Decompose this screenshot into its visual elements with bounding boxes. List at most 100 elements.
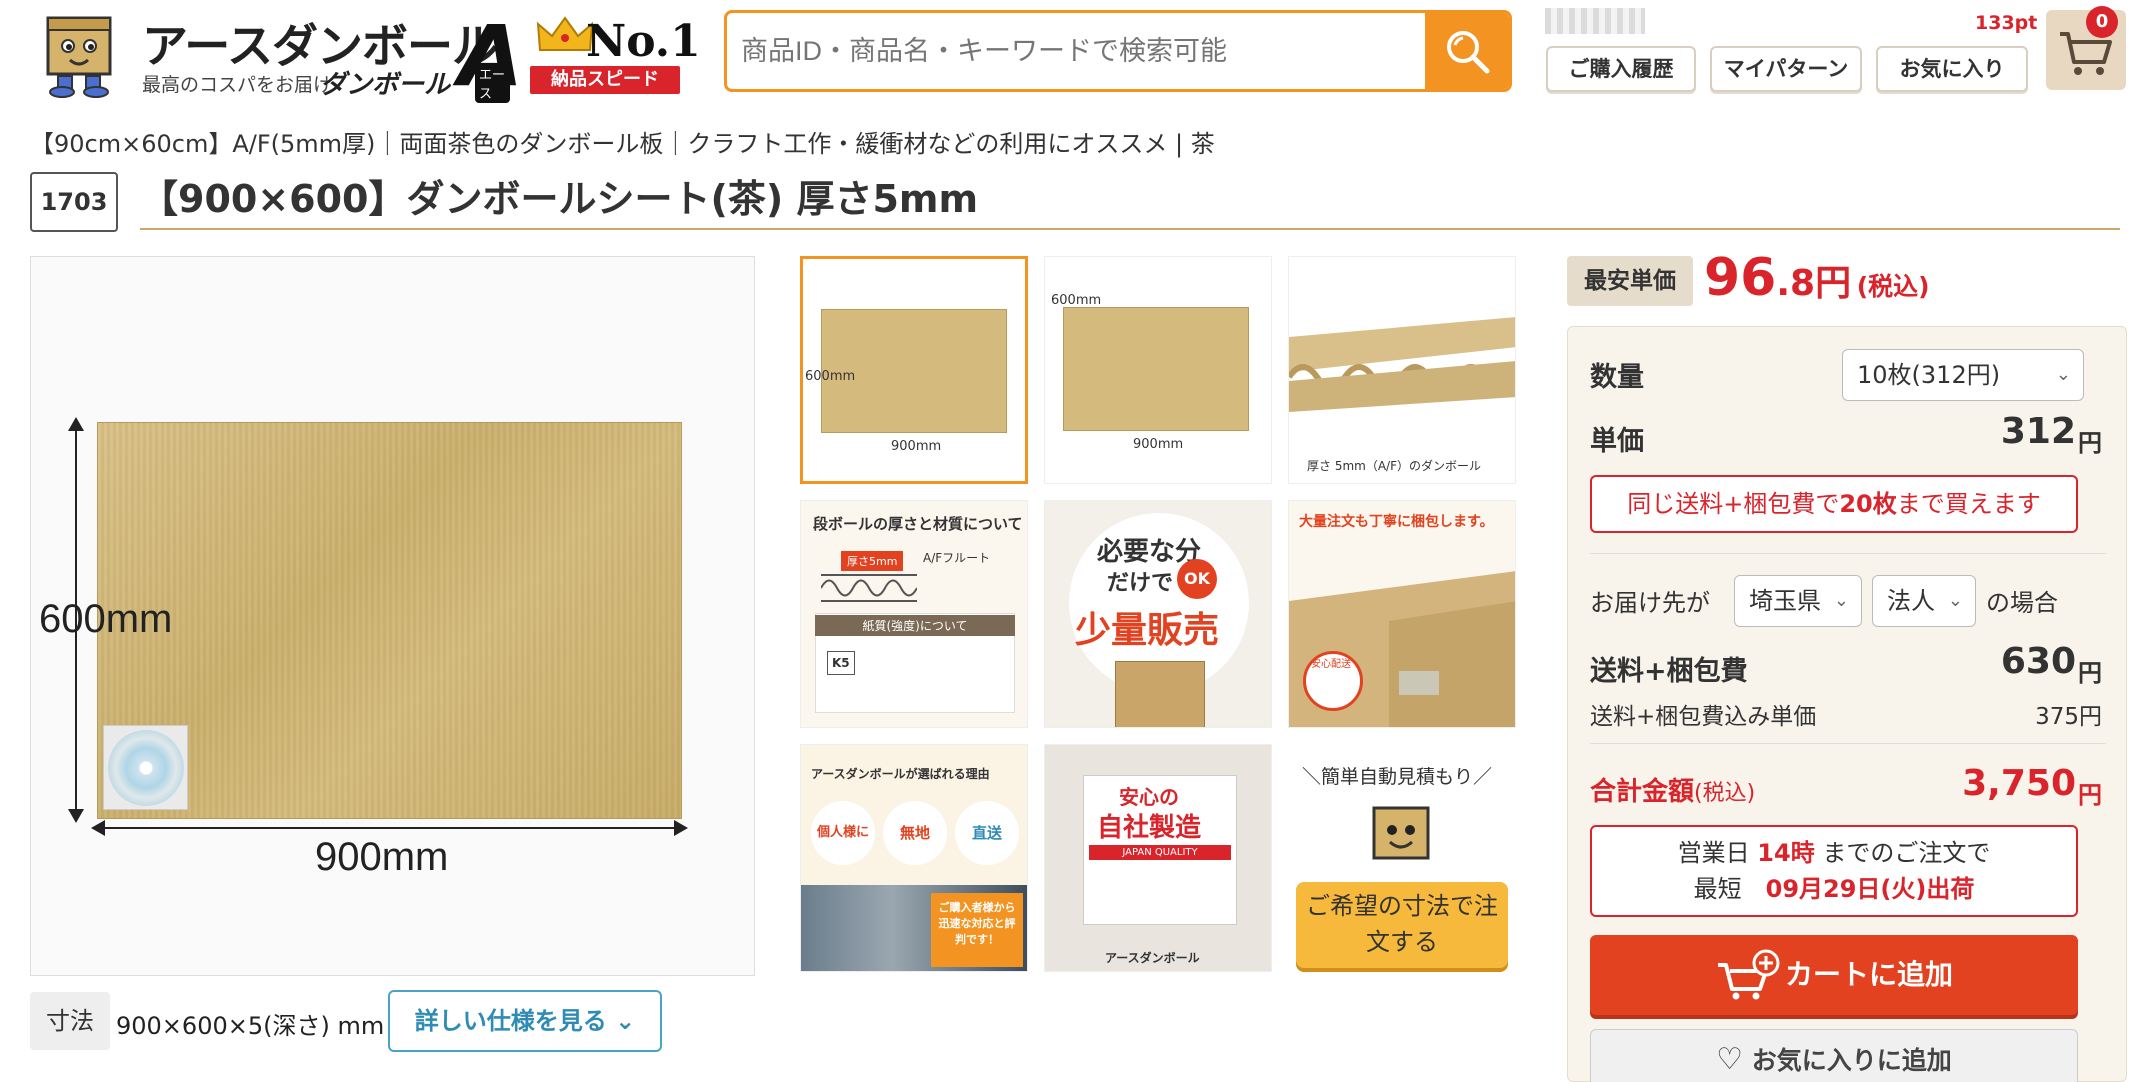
logo-ace-tag: エース	[475, 63, 510, 103]
purchase-history-button[interactable]: ご購入履歴	[1546, 46, 1696, 92]
lowest-price-tax: (税込)	[1856, 272, 1930, 301]
thumb-big: 少量販売	[1075, 610, 1220, 651]
cd-scale-reference	[103, 725, 188, 810]
thumbnail-8[interactable]: 安心の 自社製造 JAPAN QUALITY アースダンボール	[1044, 744, 1272, 972]
total-label: 合計金額(税込)	[1590, 777, 1756, 807]
shipping-yen: 円	[2078, 659, 2102, 687]
thumb-badge: 安心配送	[1311, 659, 1351, 670]
mascot-icon	[1372, 806, 1430, 860]
shipping-label: 送料+梱包費	[1590, 656, 1748, 687]
corrugation-image	[1289, 317, 1515, 412]
logo-tagline: 最高のコスパをお届け	[142, 74, 333, 96]
lowest-price-tag: 最安単価	[1567, 256, 1693, 306]
incl-unit-label: 送料+梱包費込み単価	[1590, 704, 1817, 730]
deliver-label: お届け先が	[1590, 589, 1710, 617]
prefecture-value: 埼玉県	[1749, 587, 1821, 615]
thumb-line2: だけで	[1107, 571, 1174, 596]
search-icon	[1447, 31, 1490, 74]
site-logo[interactable]: アースダンボール 最高のコスパをお届け ダンボール A エース	[30, 8, 523, 103]
add-to-favorites-button[interactable]: ♡ お気に入りに追加	[1590, 1029, 2078, 1082]
thumb-title: 段ボールの厚さと材質について	[813, 515, 1023, 533]
thumb-button: ご希望の寸法で注文する	[1296, 882, 1508, 968]
unit-price-value: 312	[2000, 411, 2076, 452]
unit-price-yen: 円	[2078, 429, 2102, 457]
thumb-width-label: 900mm	[1133, 437, 1184, 452]
thumbnail-9-custom-size[interactable]: ＼簡単自動見積もり／ ご希望の寸法で注文する	[1288, 744, 1516, 972]
spec-value: 900×600×5(深さ) mm	[116, 1012, 385, 1040]
no1-text: No.1	[586, 16, 701, 67]
thumbnail-4[interactable]: 段ボールの厚さと材質について 厚さ5mm A/Fフルート 紙質(強度)について …	[800, 500, 1028, 728]
chevron-down-icon: ⌄	[2055, 364, 2071, 385]
same-shipping-notice: 同じ送料+梱包費で20枚まで買えます	[1590, 475, 2078, 533]
my-pattern-button[interactable]: マイパターン	[1710, 46, 1862, 92]
purchase-panel: 数量 10枚(312円) ⌄ 単価 312 円 同じ送料+梱包費で20枚まで買え…	[1567, 326, 2127, 1082]
thumb-b2: 無地	[883, 801, 947, 865]
add-to-cart-label: カートに追加	[1784, 958, 1953, 991]
add-to-cart-button[interactable]: カートに追加	[1590, 935, 2078, 1015]
shipping-value: 630	[2000, 641, 2076, 682]
quantity-select[interactable]: 10枚(312円) ⌄	[1842, 349, 2084, 401]
lowest-price: 96.8円 (税込)	[1704, 248, 1930, 308]
chevron-down-icon: ⌄	[615, 1007, 636, 1035]
deliver-suffix: の場合	[1986, 589, 2058, 617]
shipping-date-notice: 営業日 14時 までのご注文で 最短 09月29日(火)出荷	[1590, 825, 2078, 917]
points-balance: 133pt	[1975, 12, 2038, 34]
width-label: 900mm	[315, 835, 449, 879]
thumb-height-label: 600mm	[1051, 293, 1102, 308]
thumb-height-label: 600mm	[805, 369, 856, 384]
thumb-line1: 安心の	[1119, 785, 1179, 809]
thumb-flag: JAPAN QUALITY	[1089, 845, 1231, 860]
main-product-image[interactable]: 600mm 900mm	[30, 256, 755, 976]
quantity-label: 数量	[1590, 362, 1644, 393]
incl-unit-value: 375円	[2035, 704, 2102, 730]
total-yen: 円	[2078, 781, 2102, 809]
mascot-icon	[46, 16, 112, 98]
total-value: 3,750	[1962, 763, 2076, 804]
no1-band: 納品スピード	[530, 66, 680, 94]
cart-count-badge: 0	[2086, 6, 2118, 38]
thumbnail-1[interactable]: 600mm 900mm	[800, 256, 1028, 484]
lowest-price-decimal: .8円	[1776, 263, 1852, 304]
thumb-caption: 厚さ 5mm（A/F）のダンボール	[1307, 459, 1481, 473]
search-bar	[724, 10, 1512, 92]
view-details-label: 詳しい仕様を見る	[414, 1007, 607, 1035]
customer-type-select[interactable]: 法人 ⌄	[1872, 575, 1976, 627]
unit-price-label: 単価	[1590, 426, 1644, 457]
thumb-subtitle: 紙質(強度)について	[815, 615, 1015, 636]
add-cart-icon	[1718, 949, 1780, 1000]
logo-subtitle: ダンボール	[320, 70, 451, 100]
thumbnail-7[interactable]: アースダンボールが選ばれる理由 個人様に 無地 直送 ご購入者様から迅速な対応と…	[800, 744, 1028, 972]
thumb-k5: K5	[827, 651, 855, 675]
thumb-title: アースダンボールが選ばれる理由	[811, 767, 990, 781]
thumbnail-5[interactable]: 必要な分 だけで OK 少量販売	[1044, 500, 1272, 728]
thumb-top: ＼簡単自動見積もり／	[1302, 766, 1493, 788]
thumb-title: 大量注文も丁寧に梱包します。	[1299, 514, 1494, 530]
search-input[interactable]	[741, 13, 1401, 89]
spec-tag: 寸法	[30, 992, 110, 1050]
chevron-down-icon: ⌄	[1833, 590, 1849, 611]
prefecture-select[interactable]: 埼玉県 ⌄	[1734, 575, 1862, 627]
thumb-b1: 個人様に	[811, 801, 875, 865]
thumbnail-2[interactable]: 600mm 900mm	[1044, 256, 1272, 484]
lowest-price-int: 96	[1704, 248, 1777, 308]
thumb-line2: 自社製造	[1097, 813, 1202, 843]
heart-icon: ♡	[1716, 1042, 1744, 1077]
thumbnail-6[interactable]: 大量注文も丁寧に梱包します。 安心配送	[1288, 500, 1516, 728]
width-dimension-line	[97, 827, 682, 829]
search-button[interactable]	[1425, 13, 1509, 89]
customer-type-value: 法人	[1887, 587, 1935, 615]
thumb-ok: OK	[1177, 559, 1217, 599]
thumbnail-3[interactable]: 厚さ 5mm（A/F）のダンボール	[1288, 256, 1516, 484]
thumb-note: ご購入者様から迅速な対応と評判です！	[931, 893, 1023, 967]
title-divider	[140, 228, 2120, 230]
site-header: アースダンボール 最高のコスパをお届け ダンボール A エース No.1 納品ス…	[0, 0, 2132, 110]
thumb-badge: 厚さ5mm	[841, 551, 904, 571]
height-label: 600mm	[39, 597, 173, 641]
favorites-button[interactable]: お気に入り	[1876, 46, 2028, 92]
view-details-button[interactable]: 詳しい仕様を見る ⌄	[388, 990, 662, 1052]
no1-badge: No.1 納品スピード	[530, 10, 701, 96]
product-id-badge: 1703	[30, 172, 118, 232]
product-subtitle: 【90cm×60cm】A/F(5mm厚)｜両面茶色のダンボール板｜クラフト工作・…	[30, 130, 1215, 158]
thumb-width-label: 900mm	[891, 439, 942, 454]
chevron-down-icon: ⌄	[1947, 590, 1963, 611]
